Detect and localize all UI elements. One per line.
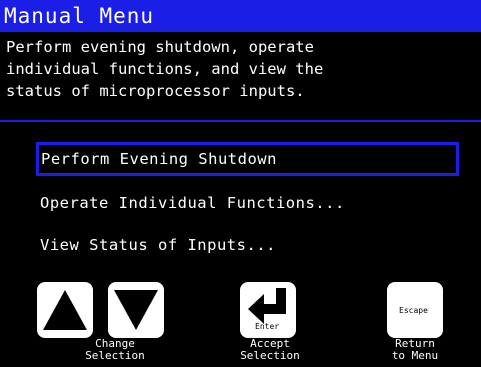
change-selection-caption: Change Selection	[70, 338, 160, 362]
change-caption-line-2: Selection	[85, 349, 145, 362]
page-title: Manual Menu	[4, 4, 155, 28]
menu-item-perform-evening-shutdown[interactable]: Perform Evening Shutdown	[36, 142, 459, 176]
escape-key-label: Escape	[399, 306, 428, 315]
title-bar: Manual Menu	[0, 0, 481, 32]
menu-item-operate-individual-functions[interactable]: Operate Individual Functions...	[36, 186, 459, 220]
up-arrow-button[interactable]	[37, 282, 93, 338]
escape-button[interactable]: Escape	[387, 282, 443, 338]
accept-selection-caption: Accept Selection	[225, 338, 315, 362]
return-caption-line-2: to Menu	[391, 349, 439, 362]
down-arrow-button[interactable]	[108, 282, 164, 338]
up-arrow-icon	[43, 290, 87, 330]
menu-item-view-status-of-inputs[interactable]: View Status of Inputs...	[36, 228, 459, 262]
menu-description: Perform evening shutdown, operate indivi…	[6, 38, 324, 100]
accept-caption-line-2: Selection	[240, 349, 300, 362]
enter-button[interactable]: Enter	[240, 282, 296, 338]
down-arrow-icon	[114, 290, 158, 330]
enter-key-label: Enter	[255, 322, 280, 331]
return-to-menu-caption: Return to Menu	[370, 338, 460, 362]
divider	[0, 120, 481, 122]
